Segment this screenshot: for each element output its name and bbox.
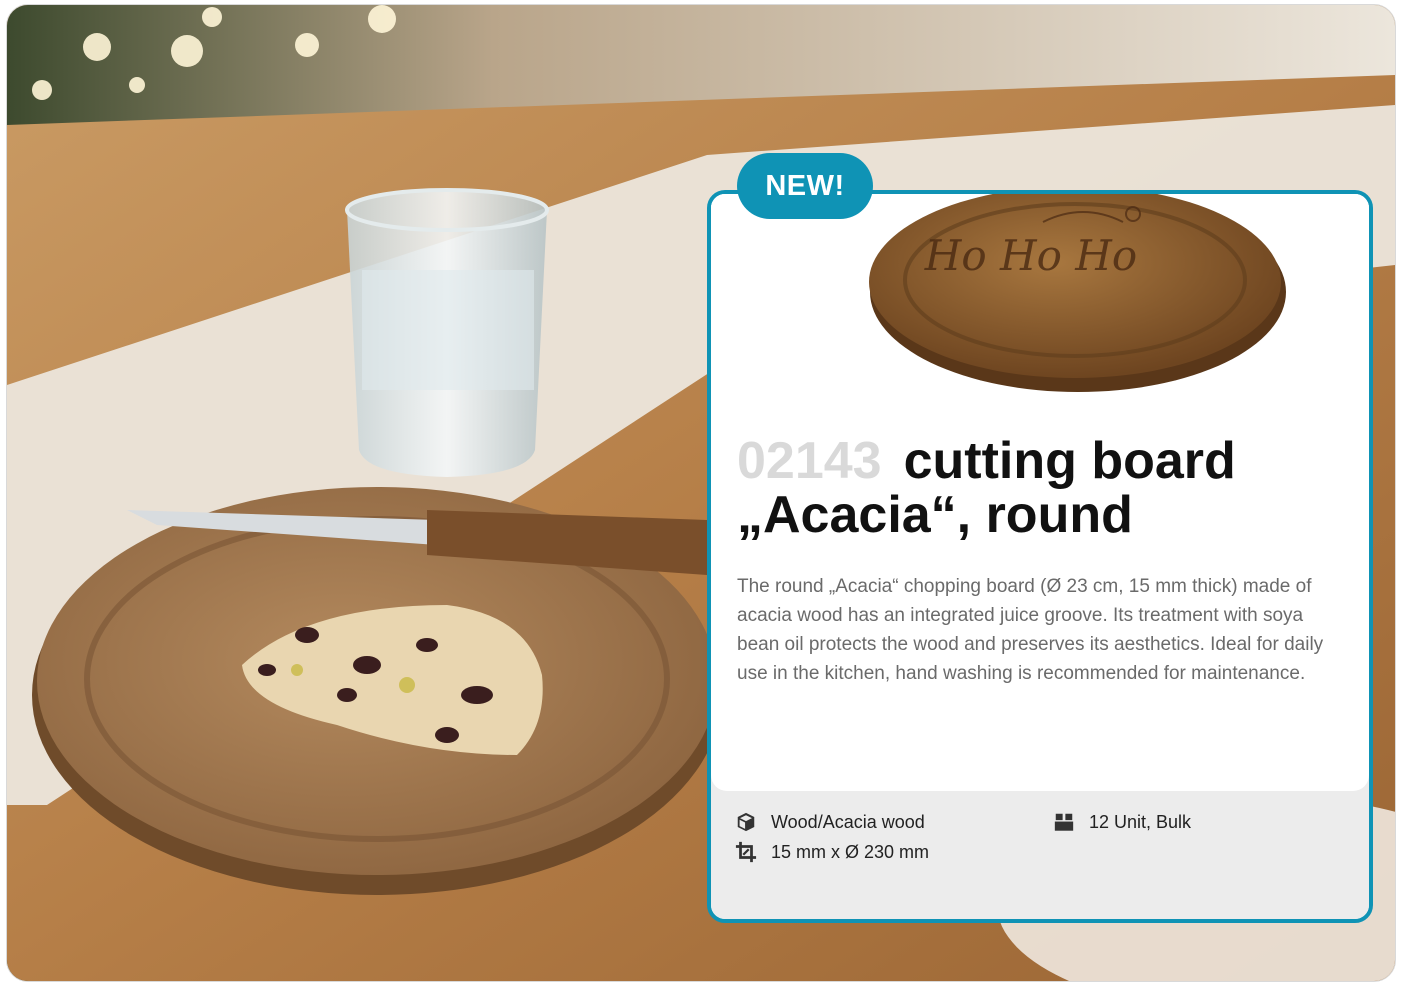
- spec-material: Wood/Acacia wood: [735, 811, 925, 833]
- spec-material-label: Wood/Acacia wood: [771, 811, 925, 832]
- product-image: Ho Ho Ho: [869, 194, 1286, 392]
- spec-dimensions-label: 15 mm x Ø 230 mm: [771, 841, 930, 862]
- spec-packaging: 12 Unit, Bulk: [1053, 811, 1191, 833]
- spec-dimensions: 15 mm x Ø 230 mm: [735, 841, 929, 863]
- product-description: The round „Acacia“ chopping board (Ø 23 …: [737, 576, 1324, 684]
- engraving-text: Ho Ho Ho: [924, 231, 1137, 280]
- catalog-page: NEW! Ho Ho Ho 02143 cutting board „Acacia…: [6, 4, 1396, 982]
- new-badge: NEW!: [737, 153, 873, 219]
- package-icon: [1054, 813, 1074, 831]
- product-card: Ho Ho Ho 02143 cutting board „Acacia“, ro…: [707, 190, 1373, 923]
- product-title: 02143 cutting board „Acacia“, round: [737, 434, 1337, 542]
- product-number: 02143: [737, 432, 882, 490]
- title-line-2: „Acacia“, round: [737, 486, 1133, 544]
- crop-icon: [735, 841, 757, 863]
- box-icon: [737, 812, 755, 832]
- spec-packaging-label: 12 Unit, Bulk: [1089, 811, 1192, 832]
- title-line-1: cutting board: [903, 432, 1236, 490]
